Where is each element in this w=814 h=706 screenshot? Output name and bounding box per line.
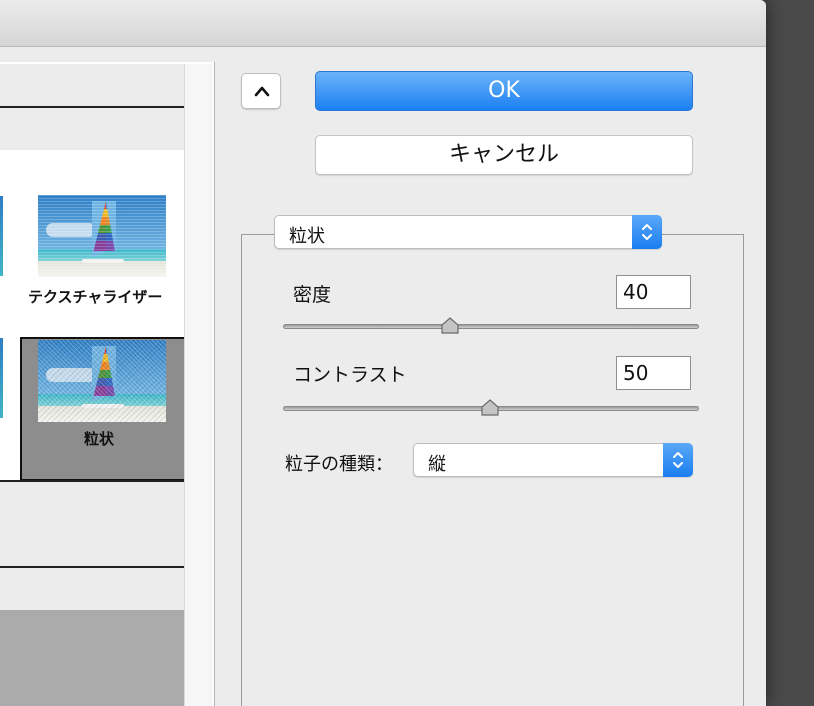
- category-row[interactable]: [0, 480, 184, 526]
- contrast-label: コントラスト: [293, 364, 407, 386]
- thumbnail-label: 粒状: [84, 430, 115, 448]
- density-slider-thumb[interactable]: [441, 317, 459, 335]
- thumbnail-label: テクスチャライザー: [28, 288, 163, 306]
- filter-select[interactable]: 粒状: [274, 215, 662, 249]
- contrast-field[interactable]: 50: [616, 356, 691, 390]
- partial-thumbnail: [0, 338, 3, 418]
- filter-gallery-window: テクスチャライザー 粒状 OK キャンセル 粒状 密度 40 コントラスト 50…: [0, 0, 766, 706]
- density-label: 密度: [293, 284, 332, 306]
- density-slider-track[interactable]: [283, 324, 699, 329]
- title-bar: [0, 0, 766, 47]
- texturizer-thumbnail[interactable]: [38, 195, 166, 277]
- collapse-gallery-button[interactable]: [241, 73, 281, 109]
- category-row[interactable]: [0, 64, 184, 108]
- grain-type-select[interactable]: 縦: [413, 443, 693, 477]
- gallery-scrollbar[interactable]: [184, 64, 213, 706]
- ok-button[interactable]: OK: [315, 71, 693, 111]
- grain-thumbnail[interactable]: [38, 340, 166, 422]
- grain-type-label: 粒子の種類：: [285, 454, 393, 475]
- up-down-arrows-icon: [632, 215, 662, 249]
- category-row[interactable]: [0, 524, 184, 568]
- contrast-slider-thumb[interactable]: [481, 399, 499, 417]
- category-row[interactable]: [0, 568, 184, 612]
- partial-thumbnail: [0, 196, 3, 276]
- gallery-empty-area: [0, 610, 184, 706]
- filter-select-value: 粒状: [289, 226, 325, 247]
- up-down-arrows-icon: [663, 443, 693, 477]
- category-row[interactable]: [0, 108, 184, 152]
- grain-type-value: 縦: [428, 454, 446, 475]
- cancel-button[interactable]: キャンセル: [315, 135, 693, 175]
- chevron-up-icon: [254, 86, 270, 97]
- density-field[interactable]: 40: [616, 275, 691, 309]
